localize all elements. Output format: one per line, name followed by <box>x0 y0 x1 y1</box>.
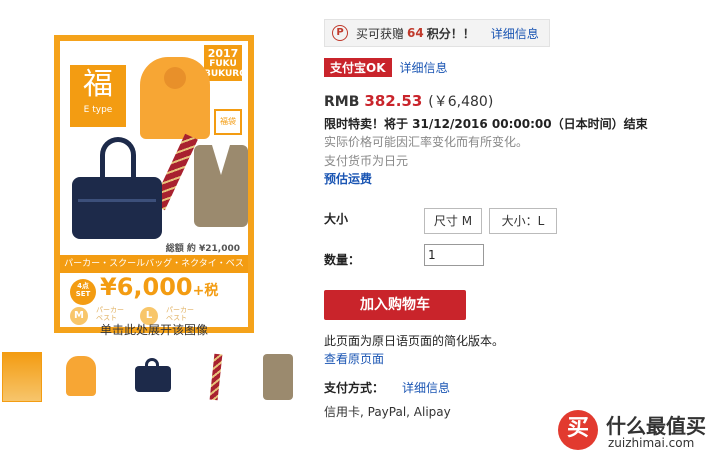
payment-details-link[interactable]: 详细信息 <box>402 379 450 396</box>
points-box: P 买可获赠 64 积分！！ 详细信息 <box>324 19 550 47</box>
lucky-bag-icon: 福袋 <box>214 109 242 135</box>
points-icon: P <box>332 25 348 41</box>
alipay-row: 支付宝OK 详细信息 <box>324 58 448 77</box>
price-jpy: (￥6,480) <box>428 94 494 110</box>
big-price-value: ¥6,000 <box>100 273 193 301</box>
view-original-link[interactable]: 查看原页面 <box>324 350 384 367</box>
size-option-l[interactable]: 大小：L <box>489 208 557 234</box>
fuku-logo: 福 E type <box>70 65 126 127</box>
sale-deadline: 限时特卖！将于 31/12/2016 00:00:00（日本时间）结束 <box>324 117 648 131</box>
big-price-tax: +税 <box>192 283 219 299</box>
simplified-page-note: 此页面为原日语页面的简化版本。 <box>324 334 505 348</box>
points-unit: 积分！！ <box>426 26 475 41</box>
product-image[interactable]: 2017 FUKU BUKURO 福 E type 福袋 総額 約 ¥21,00… <box>54 35 254 333</box>
big-price: ¥6,000+税 <box>100 273 218 301</box>
price-value: 382.53 <box>364 92 423 110</box>
thumbnail-vest[interactable] <box>258 352 298 402</box>
size-label: 大小 <box>324 212 349 226</box>
shipping-estimate-link[interactable]: 预估运费 <box>324 170 372 187</box>
fuku-bukuro-text: FUKU BUKURO <box>204 59 247 79</box>
payment-label: 支付方式： <box>324 381 385 395</box>
payment-methods: 信用卡, PayPal, Alipay <box>324 405 451 419</box>
price-currency: RMB <box>324 94 360 110</box>
vest-graphic <box>194 145 248 227</box>
tie-thumb-graphic <box>209 353 223 401</box>
points-label: 买可获赠 <box>356 26 405 41</box>
bag-handle-graphic <box>100 137 136 181</box>
currency-note: 支付货币为日元 <box>324 154 409 168</box>
size-option-m[interactable]: 尺寸 M <box>424 208 482 234</box>
thumbnail-1[interactable] <box>2 352 42 402</box>
add-to-cart-button[interactable]: 加入购物车 <box>324 290 466 320</box>
hoodie-thumb-graphic <box>66 356 96 396</box>
quantity-input[interactable] <box>424 244 484 266</box>
total-price-text: 総額 約 ¥21,000 <box>165 244 240 254</box>
etype-label: E type <box>83 105 113 115</box>
thumbnail-bag[interactable] <box>132 352 172 402</box>
year-badge: 2017 FUKU BUKURO <box>204 45 247 81</box>
thumbnail-hoodie[interactable] <box>62 352 102 402</box>
alipay-badge: 支付宝OK <box>324 58 392 77</box>
vest-thumb-graphic <box>263 354 293 400</box>
thumbnail-strip <box>0 352 300 404</box>
watermark-title: 什么最值买 <box>606 414 706 438</box>
quantity-label: 数量： <box>324 253 361 267</box>
watermark-url: zuizhimai.com <box>608 436 695 450</box>
site-watermark: 买 什么最值买 zuizhimai.com <box>558 408 708 454</box>
bag-thumb-graphic <box>135 366 171 392</box>
exchange-rate-note: 实际价格可能因汇率变化而有所变化。 <box>324 135 529 149</box>
product-image-canvas: 2017 FUKU BUKURO 福 E type 福袋 総額 約 ¥21,00… <box>60 41 248 327</box>
items-strip: パーカー・スクールバッグ・ネクタイ・ベスト <box>60 255 248 287</box>
price-row: RMB 382.53 (￥6,480) <box>324 91 493 111</box>
expand-image-link[interactable]: 单击此处展开该图像 <box>54 321 254 338</box>
set-badge: 4点 SET <box>70 279 96 305</box>
hoodie-graphic <box>140 57 210 139</box>
watermark-logo-icon: 买 <box>558 410 598 450</box>
alipay-details-link[interactable]: 详细信息 <box>400 59 448 76</box>
thumbnail-tie[interactable] <box>196 352 236 402</box>
school-bag-graphic <box>72 177 162 239</box>
points-details-link[interactable]: 详细信息 <box>491 25 539 42</box>
fuku-kanji: 福 <box>83 67 113 102</box>
points-value: 64 <box>407 26 424 40</box>
